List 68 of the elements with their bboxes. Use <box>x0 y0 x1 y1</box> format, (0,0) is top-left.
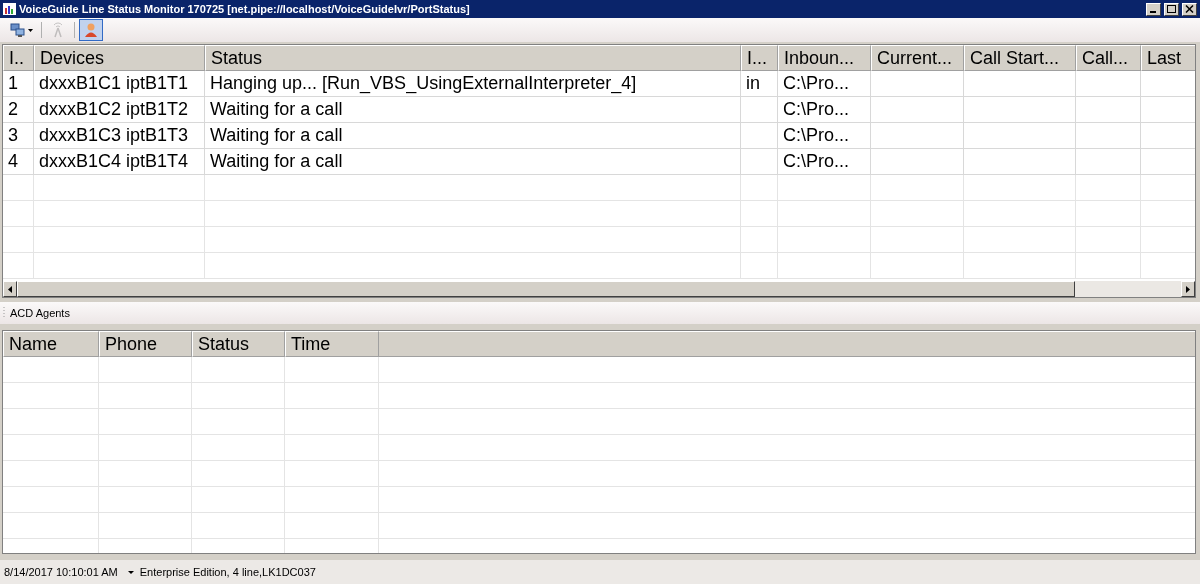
table-cell: Hanging up... [Run_VBS_UsingExternalInterpreter_4] <box>205 71 741 97</box>
minimize-button[interactable] <box>1146 2 1161 16</box>
column-header[interactable]: Name <box>3 331 99 357</box>
table-cell: 1 <box>3 71 34 97</box>
table-cell <box>741 149 778 175</box>
edition-label: Enterprise Edition, 4 line,LK1DC037 <box>139 564 316 580</box>
table-cell <box>1076 71 1141 97</box>
empty-cell <box>3 227 34 253</box>
table-cell: C:\Pro... <box>778 97 871 123</box>
column-header[interactable]: Current... <box>871 45 964 71</box>
empty-cell <box>741 175 778 201</box>
empty-cell <box>1076 175 1141 201</box>
empty-cell <box>1076 227 1141 253</box>
toolbar-button[interactable] <box>79 19 103 41</box>
table-cell: 4 <box>3 149 34 175</box>
table-cell: C:\Pro... <box>778 71 871 97</box>
column-header[interactable]: Inboun... <box>778 45 871 71</box>
table-cell <box>1076 97 1141 123</box>
empty-cell <box>3 201 34 227</box>
column-header[interactable]: Status <box>205 45 741 71</box>
left-arrow-icon <box>8 285 12 293</box>
column-header[interactable]: Call Start... <box>964 45 1076 71</box>
table-cell: in <box>741 71 778 97</box>
scroll-right-button[interactable] <box>1181 281 1195 297</box>
empty-cell <box>741 253 778 279</box>
empty-cell <box>1076 253 1141 279</box>
table-cell: 3 <box>3 123 34 149</box>
app-icon <box>3 3 16 15</box>
column-header[interactable]: Time <box>285 331 379 357</box>
empty-cell <box>741 201 778 227</box>
table-cell: dxxxB1C1 iptB1T1 <box>34 71 205 97</box>
empty-cell <box>1076 201 1141 227</box>
caret-icon <box>28 28 33 32</box>
table-cell: dxxxB1C4 iptB1T4 <box>34 149 205 175</box>
table-cell: C:\Pro... <box>778 123 871 149</box>
table-cell: dxxxB1C3 iptB1T3 <box>34 123 205 149</box>
status-time: 8/14/2017 10:10:01 AM <box>4 564 118 580</box>
person-icon <box>83 22 99 38</box>
table-cell: Waiting for a call <box>205 149 741 175</box>
computers-icon <box>10 22 26 38</box>
panel-title: ACD Agents <box>10 305 70 321</box>
column-header[interactable]: Last <box>1141 45 1195 71</box>
column-header[interactable]: Status <box>192 331 285 357</box>
close-icon <box>1185 5 1194 13</box>
column-header[interactable]: Phone <box>99 331 192 357</box>
scroll-left-button[interactable] <box>3 281 17 297</box>
table-cell <box>741 97 778 123</box>
maximize-icon <box>1167 5 1176 13</box>
column-header[interactable]: Call... <box>1076 45 1141 71</box>
empty-cell <box>3 253 34 279</box>
window-title: VoiceGuide Line Status Monitor 170725 [net.pipe://localhost/VoiceGuideIvr/PortStatus] <box>19 1 470 17</box>
table-cell <box>1076 149 1141 175</box>
table-cell: Waiting for a call <box>205 123 741 149</box>
table-cell: Waiting for a call <box>205 97 741 123</box>
right-arrow-icon <box>1186 285 1190 293</box>
empty-cell <box>3 175 34 201</box>
maximize-button[interactable] <box>1164 2 1179 16</box>
table-cell <box>1076 123 1141 149</box>
close-button[interactable] <box>1182 2 1197 16</box>
column-header[interactable]: I... <box>741 45 778 71</box>
caret-icon <box>127 570 134 574</box>
empty-cell <box>741 227 778 253</box>
column-header[interactable]: Devices <box>34 45 205 71</box>
table-cell: C:\Pro... <box>778 149 871 175</box>
column-header[interactable]: I.. <box>3 45 34 71</box>
table-cell <box>741 123 778 149</box>
table-cell: 2 <box>3 97 34 123</box>
table-cell: dxxxB1C2 iptB1T2 <box>34 97 205 123</box>
